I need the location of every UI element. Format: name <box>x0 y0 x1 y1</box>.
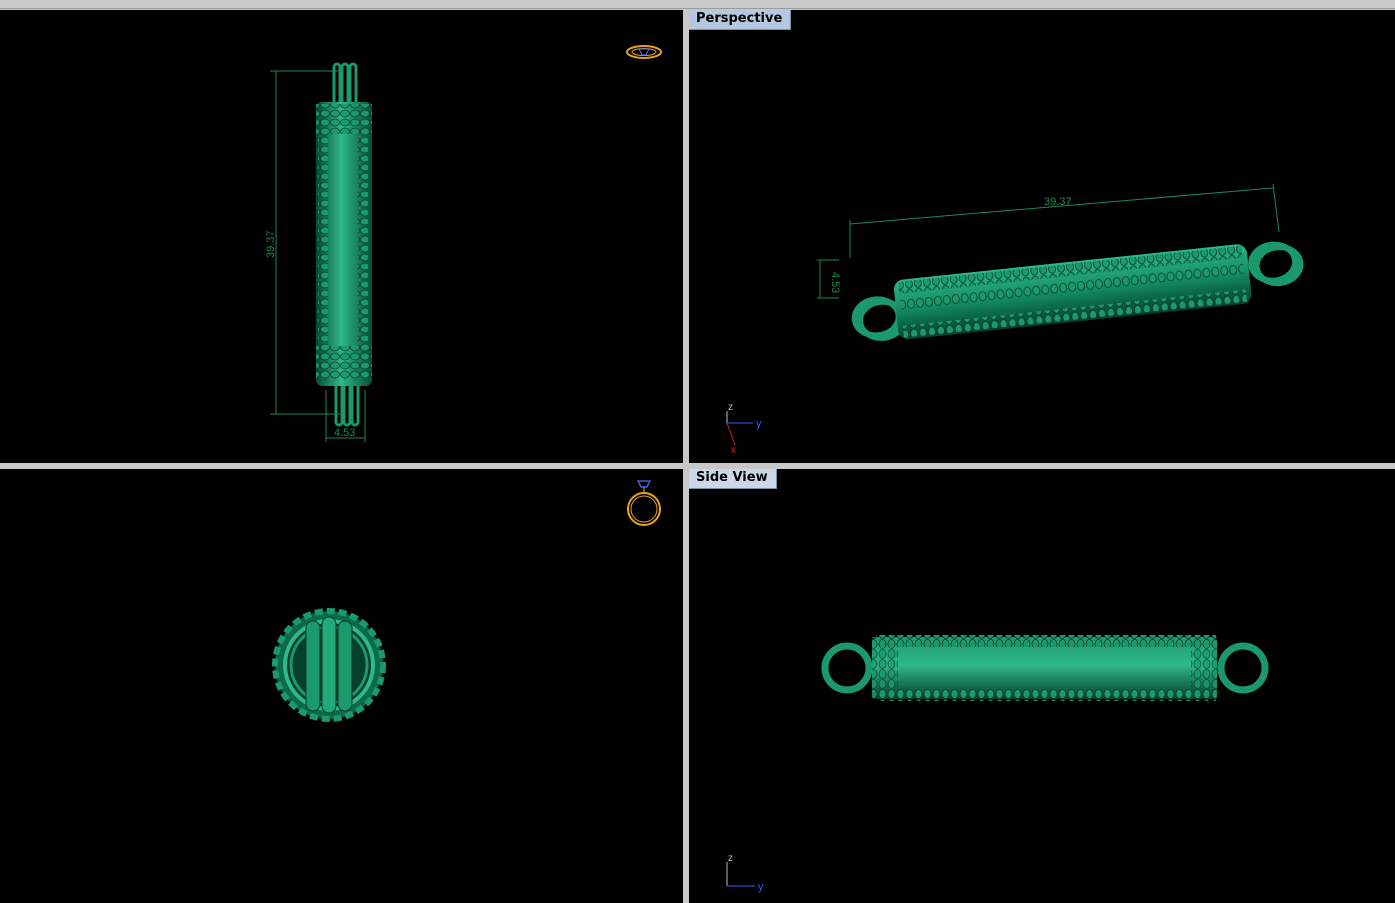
viewport-title-side-view[interactable]: Side View <box>689 469 777 489</box>
viewport-perspective[interactable]: 39.37 4.53 z y x Perspective <box>689 10 1395 463</box>
perspective-canvas: 39.37 4.53 z y x <box>726 183 1304 456</box>
window-top-bar <box>0 0 1395 9</box>
perspective-loops-right <box>1248 241 1304 287</box>
end-view-model <box>272 608 386 722</box>
viewport-front[interactable] <box>0 469 683 903</box>
side-loop-right <box>1217 642 1269 694</box>
viewport-top[interactable]: 39.37 4.53 <box>0 10 683 463</box>
axis-indicator <box>726 411 753 446</box>
bottom-loops <box>334 378 360 427</box>
top-view-canvas: 39.37 4.53 <box>265 45 662 442</box>
ring-top-view-icon[interactable] <box>626 45 662 59</box>
side-view-canvas: z y <box>726 635 1269 893</box>
side-loop-left <box>821 642 873 694</box>
perspective-dimension-width-label: 4.53 <box>829 272 841 293</box>
viewport-title-perspective[interactable]: Perspective <box>689 10 792 30</box>
dimension-width-label: 4.53 <box>334 427 355 439</box>
perspective-dimension-length-label: 39.37 <box>1044 196 1072 208</box>
front-view-canvas <box>272 480 661 722</box>
dimension-length-label: 39.37 <box>265 230 277 258</box>
axis-indicator <box>726 862 755 887</box>
axis-y-label: y <box>756 418 762 430</box>
viewport-side[interactable]: z y Side View <box>689 469 1395 903</box>
axis-z-label: z <box>728 402 733 413</box>
axis-y-label: y <box>758 881 764 893</box>
axis-x-label: x <box>731 445 736 456</box>
ring-front-view-icon[interactable] <box>627 480 661 526</box>
axis-z-label: z <box>728 853 733 864</box>
